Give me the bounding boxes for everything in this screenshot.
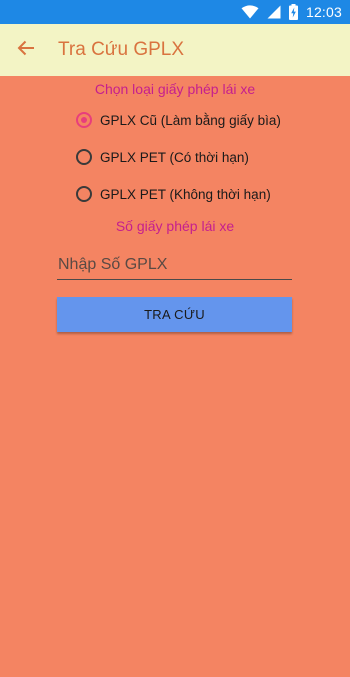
status-icons: 12:03	[241, 3, 342, 21]
radio-option-gplx-pet-co-thoi-han[interactable]: GPLX PET (Có thời hạn)	[76, 145, 249, 169]
arrow-left-icon	[17, 39, 35, 62]
page-title: Tra Cứu GPLX	[58, 39, 185, 60]
license-number-input[interactable]	[57, 250, 292, 280]
radio-option-gplx-cu[interactable]: GPLX Cũ (Làm bằng giấy bìa)	[76, 108, 281, 132]
back-button[interactable]	[0, 24, 52, 76]
radio-label: GPLX PET (Có thời hạn)	[100, 149, 249, 165]
signal-icon	[267, 5, 281, 19]
wifi-icon	[241, 5, 259, 19]
search-button[interactable]: TRA CỨU	[57, 297, 292, 332]
status-time: 12:03	[305, 4, 342, 20]
license-number-label: Số giấy phép lái xe	[115, 218, 235, 234]
radio-button-icon	[76, 112, 92, 128]
radio-label: GPLX Cũ (Làm bằng giấy bìa)	[100, 112, 281, 128]
radio-option-gplx-pet-khong-thoi-han[interactable]: GPLX PET (Không thời hạn)	[76, 182, 271, 206]
battery-charging-icon	[288, 4, 298, 20]
license-type-label: Chọn loại giấy phép lái xe	[94, 81, 256, 97]
radio-button-icon	[76, 149, 92, 165]
status-bar: 12:03	[0, 0, 350, 24]
radio-button-icon	[76, 186, 92, 202]
app-bar: Tra Cứu GPLX	[0, 24, 350, 76]
radio-label: GPLX PET (Không thời hạn)	[100, 186, 271, 202]
